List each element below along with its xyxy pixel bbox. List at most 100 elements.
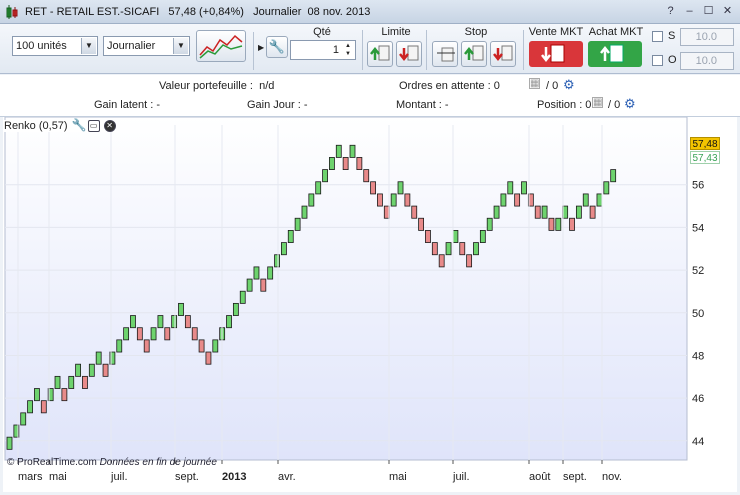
achat-mkt-button[interactable] xyxy=(588,41,642,67)
buy-market-icon xyxy=(600,44,624,63)
y-tick-label: 50 xyxy=(692,308,704,320)
renko-brick-up xyxy=(397,181,404,195)
s-value: 10.0 xyxy=(695,31,717,43)
renko-brick-down xyxy=(184,315,191,329)
s-value-input[interactable]: 10.0 xyxy=(680,28,734,46)
gears-icon[interactable]: ⚙ xyxy=(624,96,636,112)
renko-brick-up xyxy=(75,363,81,377)
vente-mkt-button[interactable] xyxy=(529,41,583,67)
indicator-name: Renko (0,57) xyxy=(4,120,68,132)
expand-arrow-icon[interactable]: ▶ xyxy=(258,43,264,52)
renko-brick-up xyxy=(116,339,123,353)
limit-sell-icon xyxy=(399,45,419,62)
renko-brick-up xyxy=(130,315,136,329)
renko-brick-down xyxy=(411,205,418,219)
renko-brick-up xyxy=(6,436,13,450)
renko-brick-up xyxy=(322,169,328,183)
stop-button-2[interactable] xyxy=(461,41,487,67)
renko-brick-up xyxy=(541,205,548,219)
close-circle-icon[interactable]: ✕ xyxy=(103,120,116,132)
renko-brick-up xyxy=(68,375,75,389)
renko-brick-down xyxy=(534,205,541,219)
maximize-icon[interactable]: ☐ xyxy=(702,5,715,18)
help-icon[interactable]: ? xyxy=(664,5,677,18)
renko-brick-down xyxy=(164,327,171,341)
renko-brick-up xyxy=(582,193,589,207)
renko-brick-up xyxy=(555,217,562,231)
renko-brick-up xyxy=(226,315,232,329)
position: Position : 0 xyxy=(537,99,592,111)
limite-label: Limite xyxy=(381,26,411,38)
chart-canvas[interactable]: 44464850525456mars mai juil. sept. 2013 avr. m… xyxy=(3,116,737,492)
gears-icon[interactable]: ⚙ xyxy=(563,77,575,93)
s-checkbox[interactable] xyxy=(652,31,663,42)
renko-brick-up xyxy=(95,351,102,365)
renko-brick-up xyxy=(493,205,500,219)
renko-brick-up xyxy=(274,254,280,268)
renko-brick-up xyxy=(315,181,322,195)
renko-brick-down xyxy=(191,327,198,341)
title-bar: RET - RETAIL EST.-SICAFI 57,48 (+0,84%) … xyxy=(0,0,740,24)
chart-type-button[interactable] xyxy=(196,30,246,62)
minimize-icon[interactable]: – xyxy=(683,5,696,18)
renko-brick-up xyxy=(445,242,452,256)
renko-brick-up xyxy=(308,193,315,207)
spin-up-icon[interactable]: ▲ xyxy=(342,42,354,50)
x-tick-label: juil. xyxy=(452,471,470,483)
renko-brick-up xyxy=(232,302,239,316)
pending-orders-total: / 0 xyxy=(546,80,559,92)
x-tick-label: mai xyxy=(389,471,407,483)
stop-button-1[interactable] xyxy=(432,41,458,67)
renko-brick-up xyxy=(329,157,335,170)
renko-brick-up xyxy=(178,302,184,316)
window-icon[interactable]: ▭ xyxy=(87,120,100,132)
orders-book-icon[interactable]: ▦ xyxy=(529,78,540,89)
renko-brick-up xyxy=(20,412,27,426)
renko-brick-down xyxy=(569,217,575,231)
wrench-icon[interactable]: 🔧 xyxy=(266,36,288,58)
renko-brick-up xyxy=(575,205,582,219)
stop-buy-icon xyxy=(464,45,484,61)
chevron-down-icon[interactable]: ▼ xyxy=(81,38,96,54)
x-tick-label: août xyxy=(529,471,550,483)
limit-sell-button[interactable] xyxy=(396,41,422,67)
order-toolbar: 100 unités ▼ Journalier ▼ ▶ 🔧 Qté 1 ▲ ▼ … xyxy=(0,24,740,74)
position-book-icon[interactable]: ▦ xyxy=(592,97,603,108)
close-icon[interactable]: ✕ xyxy=(721,5,734,18)
renko-brick-up xyxy=(500,193,507,207)
y-tick-label: 54 xyxy=(692,222,704,234)
renko-brick-down xyxy=(205,351,212,365)
wrench-icon[interactable]: 🔧 xyxy=(72,119,87,132)
stop-label: Stop xyxy=(464,26,488,38)
window-title: RET - RETAIL EST.-SICAFI 57,48 (+0,84%) … xyxy=(25,5,371,18)
renko-brick-up xyxy=(479,230,486,243)
o-value: 10.0 xyxy=(695,55,717,67)
position-total: / 0 xyxy=(608,99,621,111)
x-tick-label: nov. xyxy=(602,471,622,483)
renko-brick-down xyxy=(589,205,596,219)
x-tick-label: mars xyxy=(18,471,43,483)
renko-brick-down xyxy=(377,193,383,207)
quantity-select[interactable]: 100 unités ▼ xyxy=(12,36,98,56)
o-value-input[interactable]: 10.0 xyxy=(680,52,734,70)
chevron-down-icon[interactable]: ▼ xyxy=(173,38,188,54)
renko-brick-down xyxy=(82,375,88,389)
renko-brick-up xyxy=(171,315,178,329)
spin-down-icon[interactable]: ▼ xyxy=(342,50,354,58)
x-tick-label: sept. xyxy=(175,471,199,483)
renko-brick-down xyxy=(466,254,473,268)
close-price-tag: 57,43 xyxy=(690,151,720,164)
period-select[interactable]: Journalier ▼ xyxy=(103,36,190,56)
renko-brick-up xyxy=(507,181,514,195)
renko-brick-down xyxy=(459,242,466,256)
stop-sell-icon xyxy=(493,45,513,62)
renko-brick-up xyxy=(280,242,287,256)
renko-brick-up xyxy=(287,230,294,243)
o-checkbox[interactable] xyxy=(652,55,663,66)
renko-chart[interactable]: 44 46 48 50 52 54 56 mars mai juil. sept. 2013 avr. m… xyxy=(3,116,737,492)
qte-input-value: 1 xyxy=(332,44,339,56)
limit-buy-button[interactable] xyxy=(367,41,393,67)
qte-input[interactable]: 1 ▲ ▼ xyxy=(290,40,356,60)
stop-button-3[interactable] xyxy=(490,41,516,67)
renko-brick-down xyxy=(425,230,431,243)
